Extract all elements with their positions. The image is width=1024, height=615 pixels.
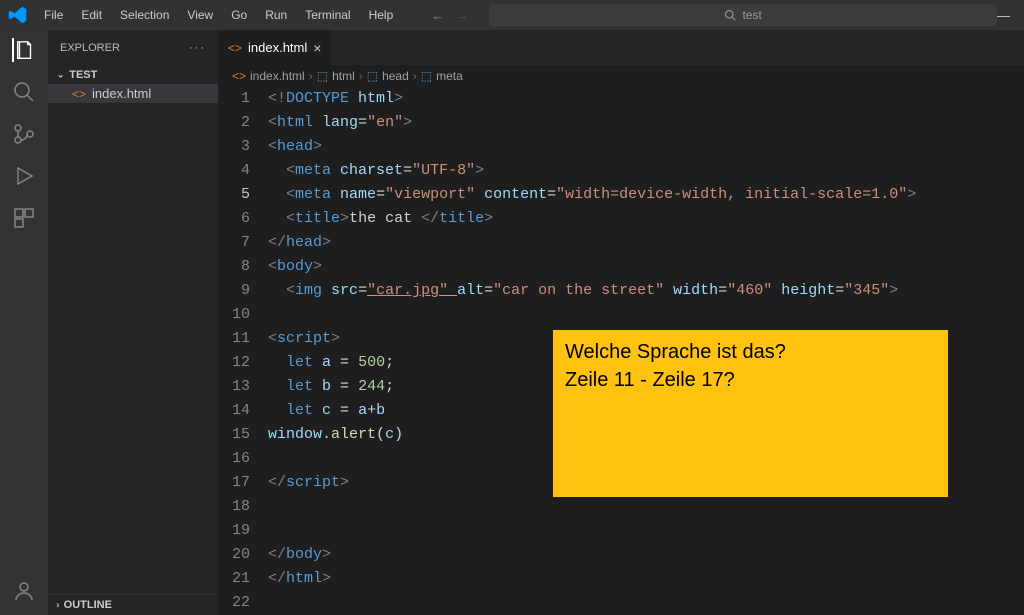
element-icon: ⬚ — [317, 69, 328, 83]
minimize-icon[interactable]: — — [997, 8, 1010, 23]
breadcrumb-meta: meta — [436, 69, 463, 83]
nav-arrows: ← → — [431, 8, 469, 23]
menu-view[interactable]: View — [179, 4, 221, 26]
outline-row[interactable]: › OUTLINE — [48, 594, 218, 615]
tab-index[interactable]: <> index.html × — [218, 30, 332, 65]
file-row[interactable]: <> index.html — [48, 84, 218, 103]
gutter: 12345678910111213141516171819202122 — [218, 87, 268, 615]
search-text: test — [742, 8, 761, 22]
close-icon[interactable]: × — [313, 40, 321, 56]
account-icon[interactable] — [12, 579, 36, 603]
nav-forward-icon[interactable]: → — [456, 8, 469, 23]
search-icon — [724, 9, 736, 21]
menu-terminal[interactable]: Terminal — [297, 4, 358, 26]
html-file-icon: <> — [72, 87, 86, 101]
titlebar: File Edit Selection View Go Run Terminal… — [0, 0, 1024, 30]
annotation-line1: Welche Sprache ist das? — [565, 338, 936, 366]
breadcrumb[interactable]: <>index.html › ⬚html › ⬚head › ⬚meta — [218, 65, 1024, 87]
annotation-overlay: Welche Sprache ist das? Zeile 11 - Zeile… — [553, 330, 948, 497]
vscode-logo-icon — [8, 5, 28, 25]
menu-edit[interactable]: Edit — [73, 4, 110, 26]
explorer-icon[interactable] — [12, 38, 36, 62]
nav-back-icon[interactable]: ← — [431, 8, 444, 23]
file-label: index.html — [92, 86, 151, 101]
chevron-down-icon: ⌄ — [57, 69, 64, 79]
chevron-right-icon: › — [56, 600, 59, 610]
menu-go[interactable]: Go — [223, 4, 255, 26]
menu-help[interactable]: Help — [361, 4, 402, 26]
sidebar-header: EXPLORER ··· — [48, 30, 218, 65]
menu-run[interactable]: Run — [257, 4, 295, 26]
annotation-line2: Zeile 11 - Zeile 17? — [565, 366, 936, 394]
sidebar-title: EXPLORER — [60, 42, 120, 54]
menu-selection[interactable]: Selection — [112, 4, 177, 26]
menu-bar: File Edit Selection View Go Run Terminal… — [36, 4, 401, 26]
menu-file[interactable]: File — [36, 4, 71, 26]
outline-label: OUTLINE — [64, 599, 112, 611]
tab-label: index.html — [248, 40, 307, 55]
sidebar-more-icon[interactable]: ··· — [189, 42, 206, 54]
activity-bar — [0, 30, 48, 615]
debug-icon[interactable] — [12, 164, 36, 188]
search-input[interactable]: test — [489, 4, 997, 26]
breadcrumb-head: head — [382, 69, 409, 83]
editor: <> index.html × <>index.html › ⬚html › ⬚… — [218, 30, 1024, 615]
window-controls: — — [997, 8, 1016, 23]
element-icon: ⬚ — [367, 69, 378, 83]
sidebar: EXPLORER ··· ⌄ TEST <> index.html › OUTL… — [48, 30, 218, 615]
folder-label: TEST — [69, 69, 97, 81]
element-icon: ⬚ — [421, 69, 432, 83]
tabs: <> index.html × — [218, 30, 1024, 65]
extensions-icon[interactable] — [12, 206, 36, 230]
source-control-icon[interactable] — [12, 122, 36, 146]
breadcrumb-file: index.html — [250, 69, 305, 83]
html-file-icon: <> — [232, 69, 246, 83]
folder-row[interactable]: ⌄ TEST — [48, 65, 218, 84]
search-nav-icon[interactable] — [12, 80, 36, 104]
html-file-icon: <> — [228, 41, 242, 55]
breadcrumb-html: html — [332, 69, 355, 83]
